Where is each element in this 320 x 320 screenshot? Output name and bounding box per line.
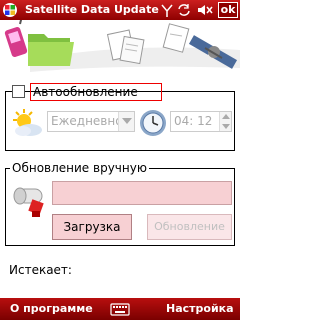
start-logo-icon[interactable] [2, 2, 18, 18]
connectivity-icon[interactable] [160, 2, 174, 22]
sun-cloud-icon [10, 108, 44, 142]
key-icon [10, 185, 48, 223]
frequency-select[interactable]: Ежедневно [47, 111, 135, 132]
header-banner [0, 20, 240, 76]
folder-icon [28, 34, 74, 66]
ok-button[interactable]: ok [218, 2, 238, 18]
chevron-down-icon[interactable] [118, 112, 134, 131]
sync-icon[interactable] [176, 2, 192, 22]
title-bar: Satellite Data Update ok [0, 0, 240, 20]
document-icon [106, 29, 145, 65]
auto-update-checkbox-row[interactable]: Автообновление [12, 83, 162, 101]
auto-update-label[interactable]: Автообновление [30, 83, 162, 101]
update-button[interactable]: Обновление [147, 214, 232, 240]
clock-icon [137, 108, 169, 142]
time-spinner[interactable] [219, 112, 231, 131]
expires-label: Истекает: [9, 263, 72, 277]
menu-bar: О программе Настройка [0, 298, 240, 320]
frequency-value: Ежедневно [51, 114, 123, 128]
manual-update-label: Обновление вручную [10, 160, 149, 176]
volume-icon[interactable] [196, 2, 214, 22]
auto-update-checkbox[interactable] [12, 85, 25, 98]
window-title: Satellite Data Update [25, 3, 159, 16]
about-menu-item[interactable]: О программе [10, 302, 93, 315]
satellite-phone-icon [4, 20, 28, 58]
time-value: 04: 12 [174, 114, 213, 128]
settings-menu-item[interactable]: Настройка [166, 302, 234, 315]
download-button[interactable]: Загрузка [52, 214, 132, 240]
time-picker[interactable]: 04: 12 [170, 111, 232, 132]
manual-update-field[interactable] [52, 181, 232, 205]
keyboard-icon[interactable] [110, 301, 130, 320]
